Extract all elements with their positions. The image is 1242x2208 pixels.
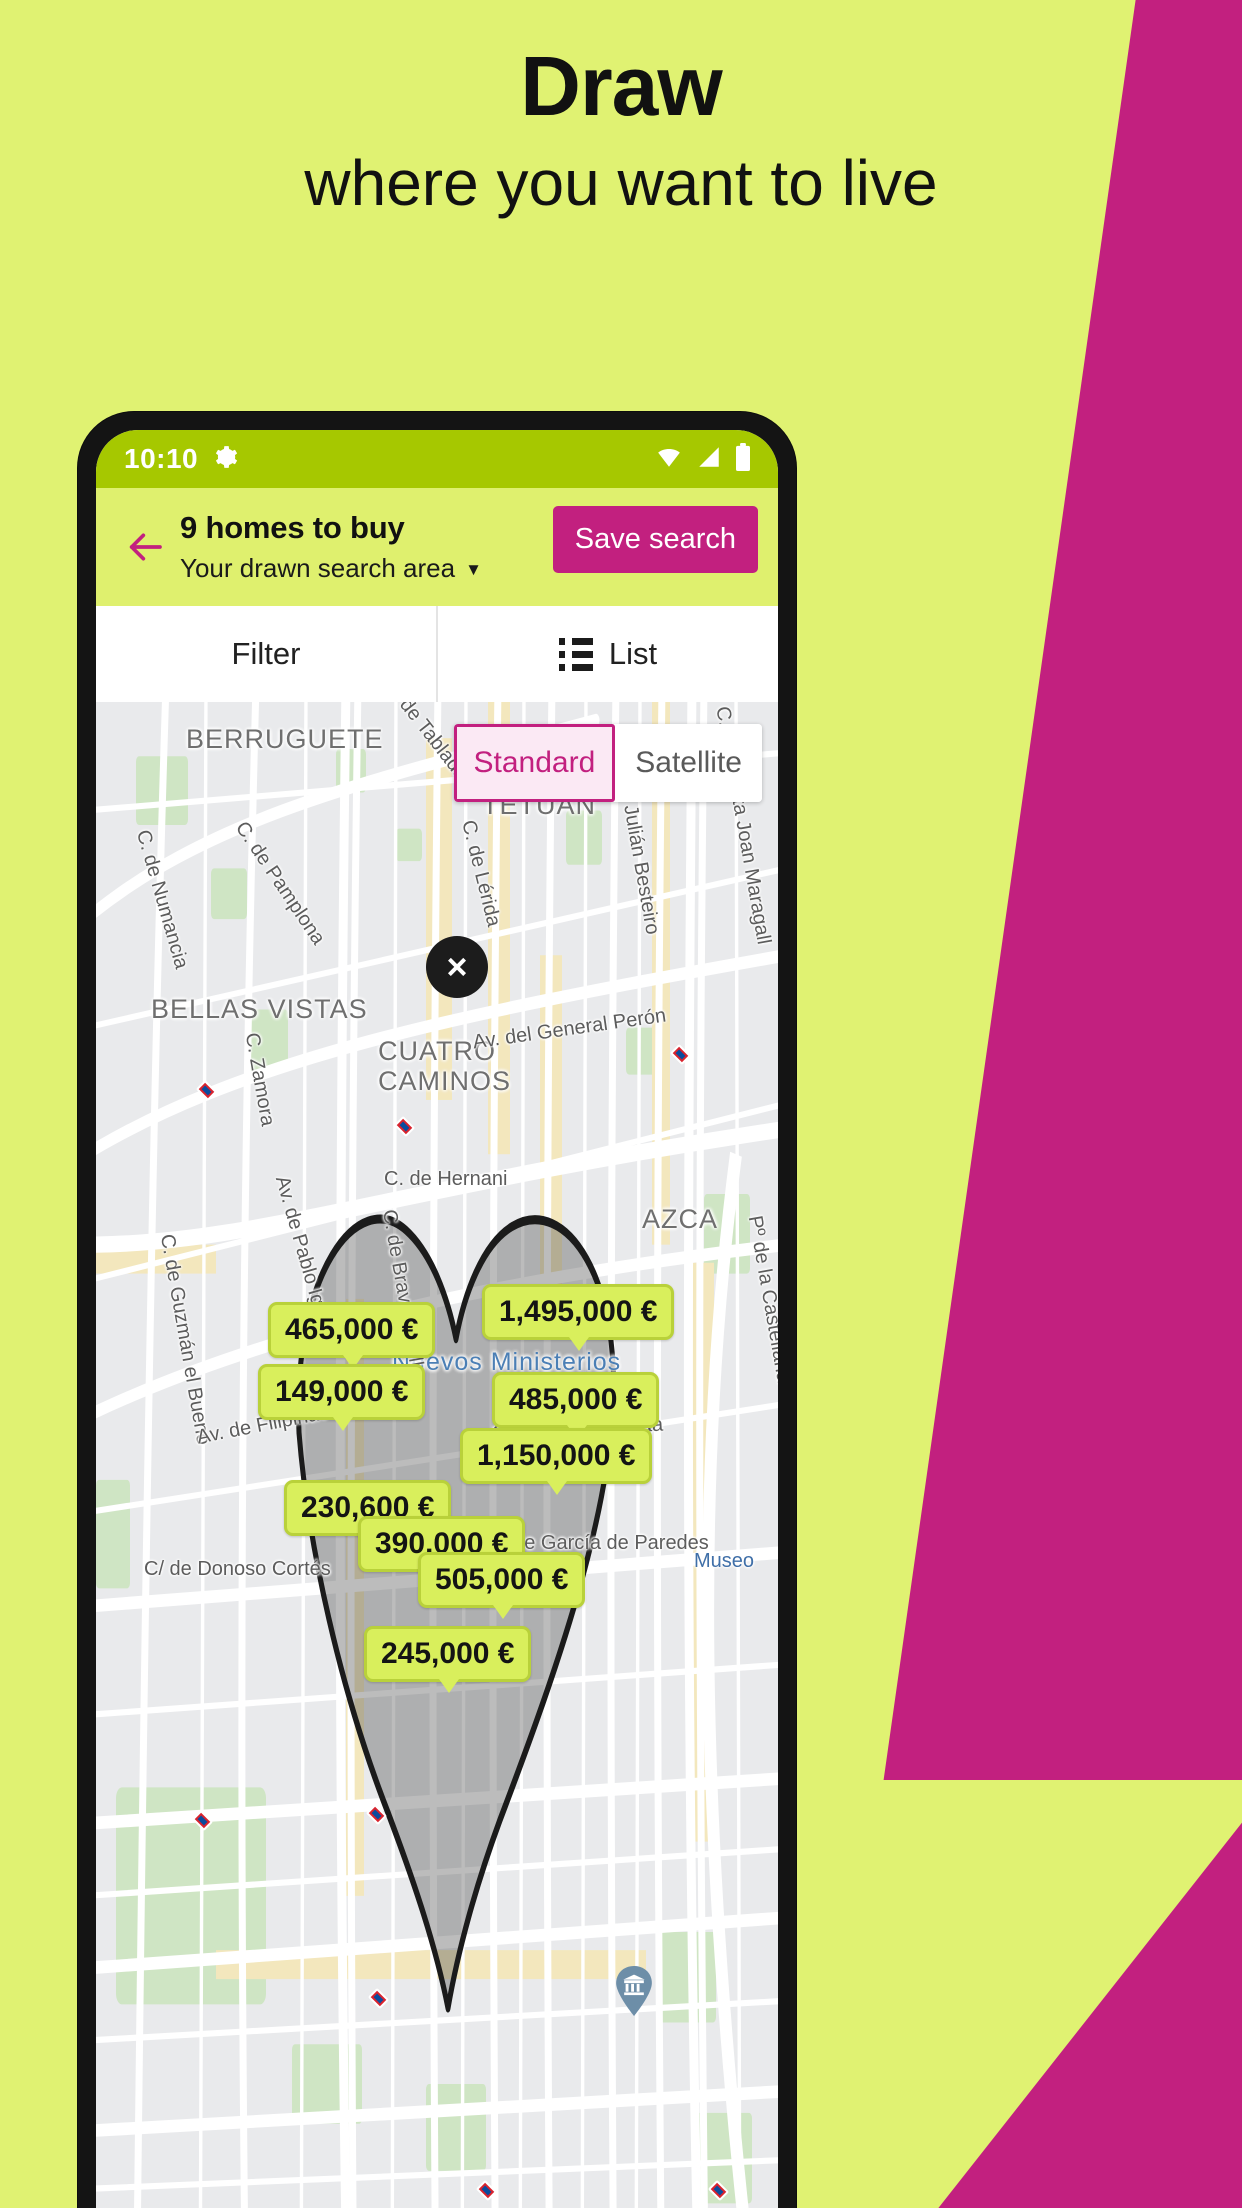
tab-list[interactable]: List (436, 606, 778, 702)
search-area-label: Your drawn search area (180, 553, 456, 583)
price-bubble[interactable]: 149,000 € (258, 1364, 426, 1431)
museum-poi-icon[interactable] (612, 1966, 656, 2016)
tab-list-label: List (608, 636, 658, 671)
status-bar-clock: 10:10 (124, 443, 199, 474)
price-bubble[interactable]: 505,000 € (418, 1552, 586, 1619)
chevron-down-icon: ▼ (465, 560, 482, 579)
promo-headline-line2: where you want to live (304, 147, 938, 220)
back-arrow-icon (122, 527, 168, 572)
promo-headline-line1: Draw (520, 39, 722, 133)
phone-frame: 10:10 9 homes to buy Your drawn search a… (78, 412, 796, 2208)
price-bubble[interactable]: 485,000 € (492, 1372, 660, 1439)
price-bubble[interactable]: 465,000 € (268, 1302, 436, 1369)
back-button[interactable] (116, 518, 174, 580)
tab-filter-label: Filter (231, 636, 301, 671)
promo-headline: Draw where you want to live (0, 42, 1242, 222)
close-drawn-area-button[interactable]: × (426, 936, 488, 998)
cellular-icon (695, 444, 723, 475)
map-type-switch[interactable]: Standard Satellite (453, 724, 762, 802)
app-header: 9 homes to buy Your drawn search area ▼ … (96, 488, 778, 606)
price-bubble[interactable]: 1,495,000 € (482, 1284, 675, 1351)
status-bar-left: 10:10 (124, 443, 238, 475)
header-title-group: 9 homes to buy Your drawn search area ▼ (180, 504, 547, 584)
wifi-icon (654, 444, 684, 475)
status-bar-right (654, 442, 752, 476)
phone-screen: 10:10 9 homes to buy Your drawn search a… (96, 430, 778, 2208)
price-bubble[interactable]: 1,150,000 € (460, 1428, 653, 1495)
search-area-selector[interactable]: Your drawn search area ▼ (180, 553, 547, 584)
battery-icon (734, 442, 752, 476)
tab-filter[interactable]: Filter (96, 606, 436, 702)
status-bar: 10:10 (96, 430, 778, 488)
page-title: 9 homes to buy (180, 510, 405, 545)
map-canvas[interactable]: Standard Satellite × BERRUGUETE TETUAN B… (96, 702, 778, 2208)
list-icon (558, 637, 593, 671)
save-search-button[interactable]: Save search (552, 506, 758, 573)
map-type-satellite[interactable]: Satellite (615, 724, 762, 802)
drawn-search-area[interactable] (96, 702, 778, 2208)
tab-bar: Filter List (96, 606, 778, 702)
gear-icon (212, 444, 238, 475)
map-type-standard[interactable]: Standard (453, 724, 616, 802)
price-bubble[interactable]: 245,000 € (364, 1626, 532, 1693)
decorative-corner-wedge-bottom (938, 1822, 1242, 2208)
